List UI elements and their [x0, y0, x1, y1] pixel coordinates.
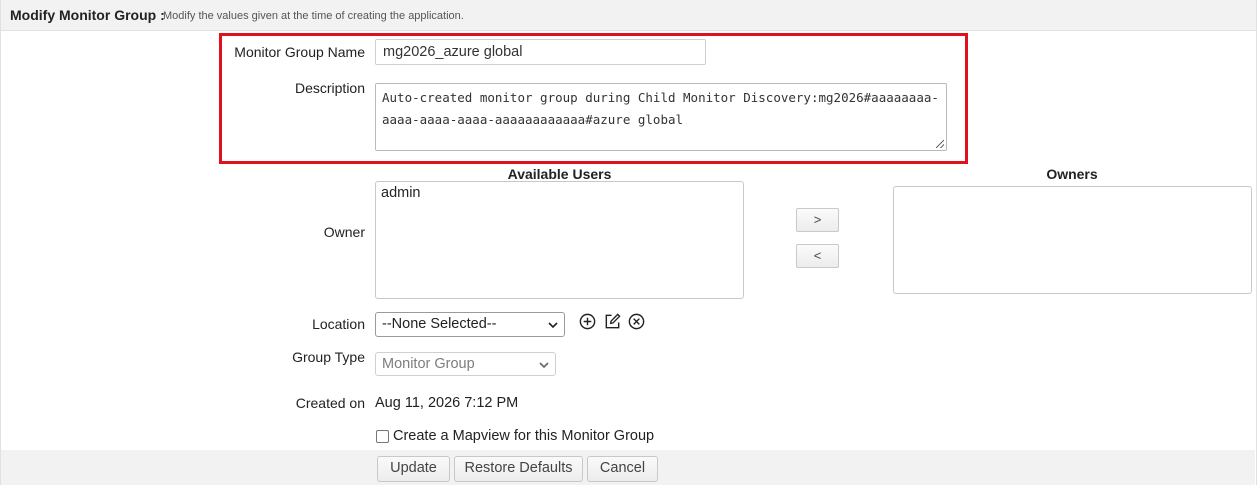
group-name-label: Monitor Group Name: [234, 44, 365, 60]
resize-grip-icon[interactable]: [936, 140, 944, 148]
mapview-checkbox[interactable]: [376, 430, 389, 443]
restore-defaults-button[interactable]: Restore Defaults: [454, 456, 583, 482]
owners-header: Owners: [1046, 166, 1098, 182]
mapview-checkbox-label[interactable]: Create a Mapview for this Monitor Group: [393, 428, 654, 444]
page-header: Modify Monitor Group : Modify the values…: [0, 0, 1257, 31]
created-on-value: Aug 11, 2026 7:12 PM: [375, 395, 519, 411]
page-title: Modify Monitor Group :: [10, 7, 165, 23]
description-text: Auto-created monitor group during Child …: [382, 90, 939, 127]
remove-owner-button[interactable]: <: [796, 244, 839, 268]
location-selected-value: --None Selected--: [382, 316, 497, 332]
available-users-list[interactable]: admin: [375, 181, 744, 299]
add-icon[interactable]: [578, 312, 597, 331]
chevron-down-icon: [539, 362, 549, 369]
location-label: Location: [312, 316, 365, 332]
list-item-admin[interactable]: admin: [376, 182, 743, 204]
group-type-select: Monitor Group: [375, 352, 556, 376]
update-button[interactable]: Update: [377, 456, 450, 482]
group-type-selected-value: Monitor Group: [382, 356, 475, 372]
description-label: Description: [294, 80, 365, 96]
description-textarea[interactable]: Auto-created monitor group during Child …: [375, 83, 947, 151]
add-owner-button[interactable]: >: [796, 208, 839, 232]
group-name-input[interactable]: mg2026_azure global: [375, 39, 706, 65]
group-type-label: Group Type: [292, 349, 365, 365]
delete-icon[interactable]: [627, 312, 646, 331]
edit-icon[interactable]: [603, 312, 622, 331]
owners-list[interactable]: [893, 186, 1252, 294]
cancel-button[interactable]: Cancel: [587, 456, 658, 482]
chevron-down-icon: [548, 322, 558, 329]
page-subtitle: Modify the values given at the time of c…: [163, 10, 464, 22]
location-select[interactable]: --None Selected--: [375, 312, 565, 337]
available-users-header: Available Users: [507, 166, 612, 182]
created-on-label: Created on: [295, 395, 365, 411]
owner-label: Owner: [323, 224, 365, 240]
